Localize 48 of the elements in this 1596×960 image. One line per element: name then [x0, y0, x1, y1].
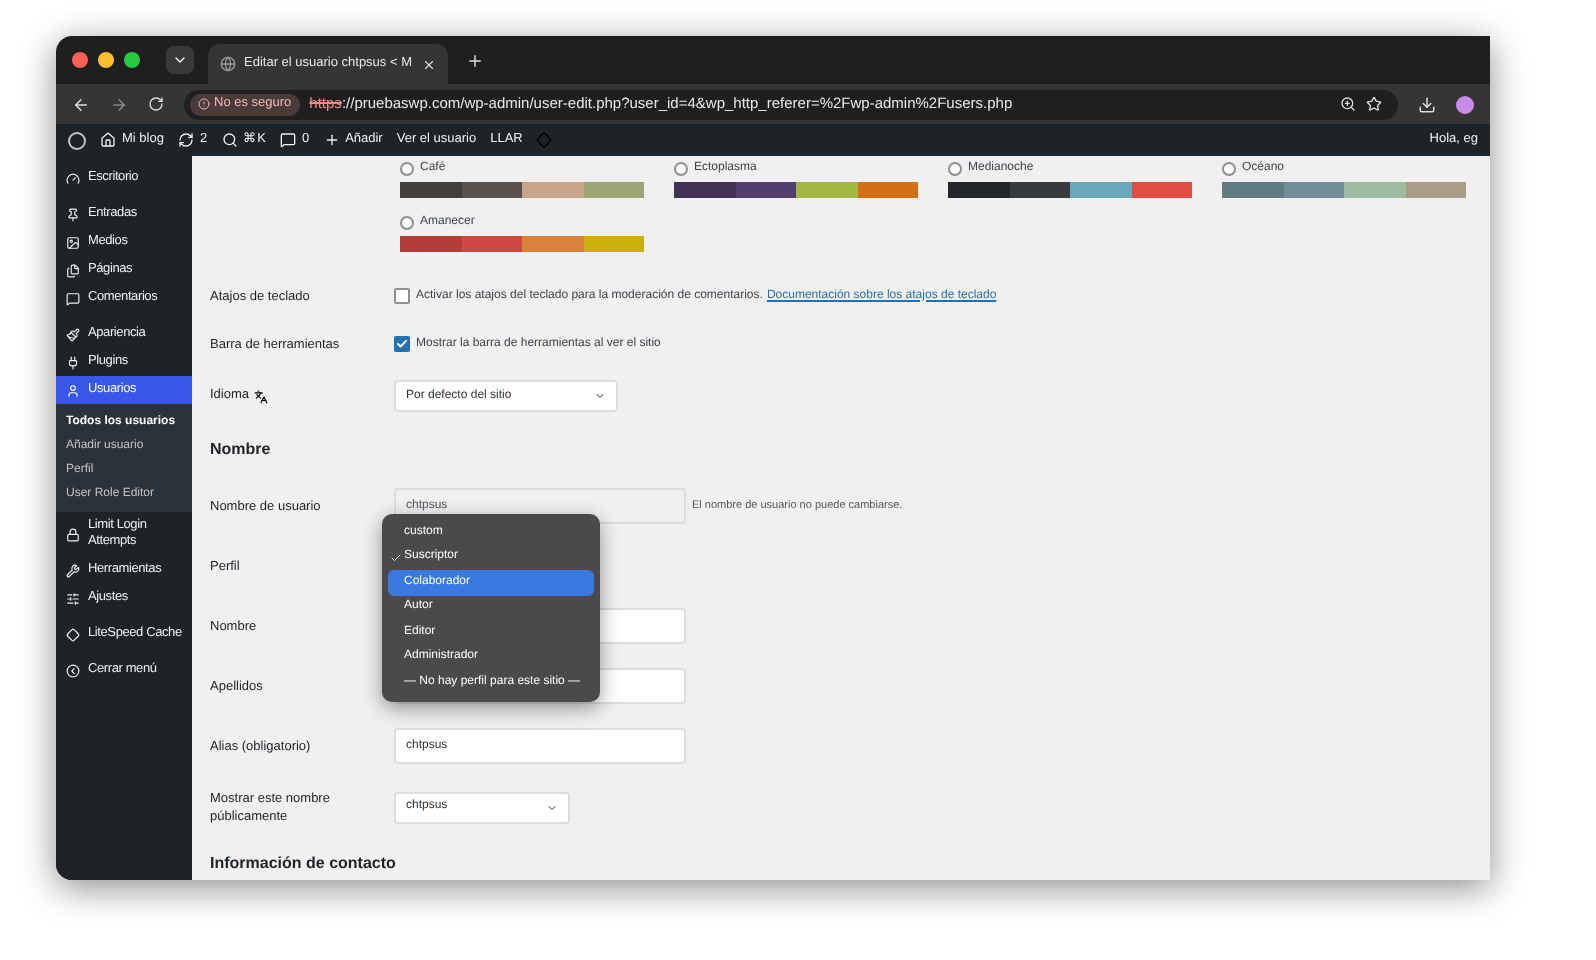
close-icon[interactable]	[422, 57, 436, 71]
globe-icon	[220, 56, 236, 72]
sliders-icon	[66, 591, 80, 605]
radio-button[interactable]	[674, 162, 688, 176]
home-icon	[100, 132, 116, 148]
plus-icon	[323, 132, 340, 148]
diamond-icon	[66, 627, 80, 641]
maximize-window-icon[interactable]	[124, 52, 140, 68]
collapse-icon	[66, 663, 80, 677]
diamond-icon	[536, 132, 553, 148]
reload-icon[interactable]	[148, 96, 164, 112]
dashboard-icon	[66, 171, 80, 185]
section-heading: Información de contacto	[210, 852, 396, 876]
plug-icon	[66, 355, 80, 369]
check-icon	[390, 551, 402, 564]
forward-icon[interactable]	[110, 95, 128, 113]
star-icon[interactable]	[1366, 96, 1382, 112]
comment-icon	[279, 132, 296, 148]
back-icon[interactable]	[72, 95, 90, 113]
close-window-icon[interactable]	[72, 52, 88, 68]
image-icon	[66, 235, 80, 249]
search-icon	[221, 132, 238, 148]
zoom-icon[interactable]	[1340, 96, 1356, 112]
translate-icon	[253, 389, 268, 403]
pages-icon	[66, 263, 80, 277]
comment-icon	[66, 291, 80, 305]
warning-icon	[198, 98, 210, 110]
section-heading: Nombre	[210, 438, 271, 462]
profile-avatar[interactable]	[1456, 95, 1474, 113]
lock-icon	[66, 527, 80, 541]
new-tab-icon[interactable]	[466, 51, 484, 69]
radio-button[interactable]	[400, 162, 414, 176]
radio-button[interactable]	[1222, 162, 1236, 176]
download-icon[interactable]	[1418, 95, 1436, 113]
minimize-window-icon[interactable]	[98, 52, 114, 68]
radio-button[interactable]	[400, 216, 414, 230]
chevron-down-icon	[594, 390, 606, 402]
pin-icon	[66, 207, 80, 221]
chevron-down-icon	[172, 52, 188, 68]
tab-list-button[interactable]	[166, 46, 194, 74]
wrench-icon	[66, 563, 80, 577]
updates-icon	[177, 132, 194, 148]
checkbox[interactable]	[394, 336, 410, 352]
checkbox[interactable]	[394, 288, 410, 304]
radio-button[interactable]	[948, 162, 962, 176]
paintbrush-icon	[66, 327, 80, 341]
user-icon	[66, 383, 80, 397]
chevron-down-icon	[546, 801, 558, 813]
